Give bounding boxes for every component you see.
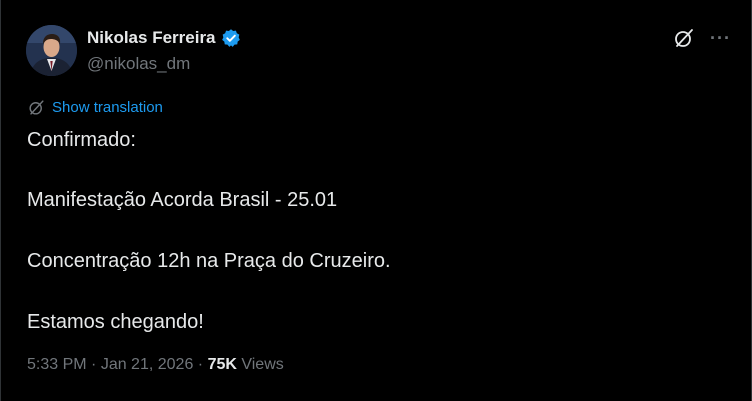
author-name[interactable]: Nikolas Ferreira [87, 28, 216, 48]
show-translation-button[interactable]: Show translation [27, 98, 163, 117]
tweet-line-3: Concentração 12h na Praça do Cruzeiro. [27, 250, 391, 272]
meta-separator: · [86, 356, 101, 373]
show-translation-label: Show translation [52, 99, 163, 116]
more-options-button[interactable]: ··· [710, 29, 731, 47]
tweet-date[interactable]: Jan 21, 2026 [101, 356, 194, 374]
tweet-time[interactable]: 5:33 PM [27, 356, 87, 374]
tweet-meta: 5:33 PM · Jan 21, 2026 · 75K Views [27, 356, 284, 374]
views-count[interactable]: 75K [208, 356, 237, 374]
views-label: Views [236, 356, 284, 373]
tweet-card: Nikolas Ferreira @nikolas_dm ··· Show tr… [0, 0, 752, 401]
author-handle[interactable]: @nikolas_dm [87, 54, 190, 74]
meta-separator-2: · [193, 356, 208, 373]
tweet-line-4: Estamos chegando! [27, 311, 204, 333]
tweet-line-1: Confirmado: [27, 129, 136, 151]
author-row: Nikolas Ferreira [87, 28, 241, 48]
avatar-image [26, 25, 77, 76]
translate-icon [27, 98, 46, 117]
avatar[interactable] [26, 25, 77, 76]
verified-badge-icon [221, 28, 241, 48]
tweet-line-2: Manifestação Acorda Brasil - 25.01 [27, 189, 338, 211]
grok-icon[interactable] [672, 26, 696, 50]
tweet-top-actions: ··· [672, 26, 731, 50]
